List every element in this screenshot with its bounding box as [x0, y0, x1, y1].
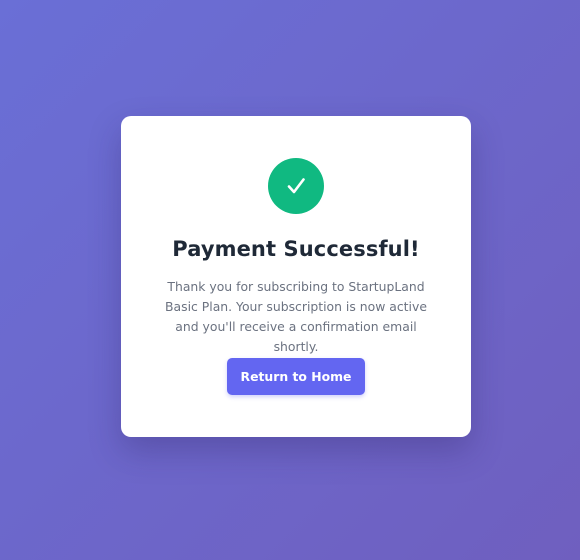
success-card: Payment Successful! Thank you for subscr… [121, 116, 471, 437]
success-badge [268, 158, 324, 214]
page-title: Payment Successful! [172, 237, 420, 261]
return-home-button[interactable]: Return to Home [227, 358, 365, 395]
check-icon [287, 178, 305, 194]
confirmation-message: Thank you for subscribing to StartupLand… [165, 279, 427, 354]
